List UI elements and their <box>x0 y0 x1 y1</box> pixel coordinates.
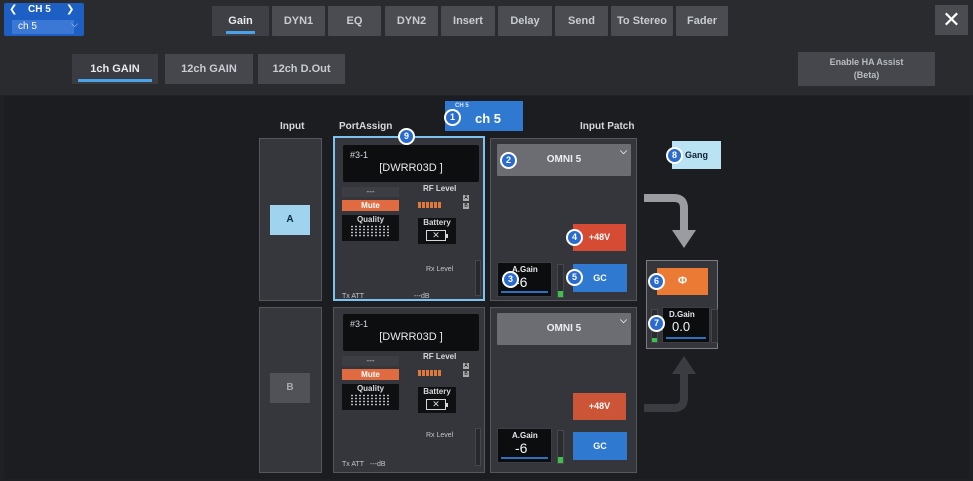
main-area <box>4 96 969 479</box>
subtab-12ch-dout[interactable]: 12ch D.Out <box>258 54 345 84</box>
quality-label-a: Quality <box>356 215 385 224</box>
callout-9: 9 <box>398 128 415 145</box>
callout-3: 3 <box>502 271 519 288</box>
rf-level-meter-a <box>418 195 454 227</box>
quality-meter-b: Quality <box>342 384 399 410</box>
dgain-value: 0.0 <box>672 319 691 334</box>
mute-indicator-a: Mute <box>342 200 399 211</box>
close-icon: ✕ <box>942 7 961 32</box>
tab-dyn2[interactable]: DYN2 <box>385 6 438 36</box>
device-name-a: [DWRR03D ] <box>379 162 443 174</box>
phantom-48v-button-b[interactable]: +48V <box>573 393 626 420</box>
rf-antenna-a: A <box>463 195 469 201</box>
tx-att-label-a: Tx ATT <box>342 293 365 300</box>
rf-level-label-b: RF Level <box>423 352 457 361</box>
channel-badge-number: CH 5 <box>455 103 469 109</box>
chevron-down-icon: ⌵ <box>71 19 78 29</box>
again-label-b: A.Gain <box>512 431 538 440</box>
top-bar: ❮ CH 5 ❯ ch 5 ⌵ Gain DYN1 EQ DYN2 Insert… <box>0 0 973 40</box>
callout-2: 2 <box>500 152 517 169</box>
channel-selector[interactable]: ❮ CH 5 ❯ ch 5 ⌵ <box>4 3 84 36</box>
rf-level-meter-b <box>418 363 454 395</box>
prev-channel-icon[interactable]: ❮ <box>9 4 17 15</box>
rf-antenna-b: B <box>463 203 469 209</box>
tab-delay[interactable]: Delay <box>498 6 552 36</box>
digital-gain-knob[interactable]: D.Gain 0.0 <box>662 307 710 343</box>
status-a: --- <box>342 187 399 197</box>
callout-5: 5 <box>566 269 583 286</box>
input-b-button[interactable]: B <box>270 373 310 403</box>
channel-name[interactable]: ch 5 <box>12 20 74 34</box>
channel-number: CH 5 <box>28 4 51 15</box>
arrow-down-head <box>672 230 696 248</box>
rf-antenna-b-b: B <box>463 371 469 377</box>
device-id-b: #3-1 <box>350 319 369 329</box>
patch-value-b: OMNI 5 <box>546 323 582 334</box>
tab-gain[interactable]: Gain <box>212 6 269 36</box>
battery-label-b: Battery <box>423 387 451 396</box>
device-id-a: #3-1 <box>350 150 369 160</box>
rx-level-meter-a <box>475 260 481 296</box>
status-b: --- <box>342 356 399 366</box>
battery-empty-icon: ✕ <box>426 399 448 410</box>
gain-screen: ❮ CH 5 ❯ ch 5 ⌵ Gain DYN1 EQ DYN2 Insert… <box>0 0 973 481</box>
battery-label-a: Battery <box>423 218 451 227</box>
rx-level-label-b: Rx Level <box>426 432 454 439</box>
again-value-b: -6 <box>515 440 528 456</box>
rf-antenna-a-b: A <box>463 363 469 369</box>
mute-indicator-b: Mute <box>342 369 399 380</box>
tx-att-value-b: ---dB <box>370 461 386 468</box>
callout-7: 7 <box>648 315 665 332</box>
quality-meter-a: Quality <box>342 215 399 241</box>
patch-value-a: OMNI 5 <box>546 154 582 165</box>
callout-6: 6 <box>648 273 665 290</box>
dgain-label: D.Gain <box>669 310 695 319</box>
callout-4: 4 <box>566 229 583 246</box>
input-meter-b <box>557 430 564 464</box>
patch-select-b[interactable]: OMNI 5 ⌵ <box>497 313 631 345</box>
dgain-meter-right <box>711 309 718 343</box>
rf-level-label-a: RF Level <box>423 184 457 193</box>
subtab-1ch-gain[interactable]: 1ch GAIN <box>72 54 158 84</box>
channel-badge-name: ch 5 <box>475 111 502 126</box>
gc-button-b[interactable]: GC <box>573 432 627 460</box>
enable-ha-assist-button[interactable]: Enable HA Assist (Beta) <box>798 52 935 86</box>
header-input-patch: Input Patch <box>580 121 635 132</box>
header-input: Input <box>280 121 305 132</box>
input-a-button[interactable]: A <box>270 205 310 235</box>
tab-to-stereo[interactable]: To Stereo <box>611 6 673 36</box>
analog-gain-b[interactable]: A.Gain -6 <box>497 428 552 463</box>
tab-eq[interactable]: EQ <box>328 6 381 36</box>
device-name-b: [DWRR03D ] <box>379 331 443 343</box>
next-channel-icon[interactable]: ❯ <box>66 4 74 15</box>
tab-dyn1[interactable]: DYN1 <box>272 6 325 36</box>
close-button[interactable]: ✕ <box>935 5 968 35</box>
battery-empty-icon: ✕ <box>426 230 448 241</box>
quality-label-b: Quality <box>356 384 385 393</box>
tx-att-label-b: Tx ATT <box>342 461 365 468</box>
arrow-down-path <box>644 194 688 232</box>
rx-level-label-a: Rx Level <box>426 266 454 273</box>
tab-insert[interactable]: Insert <box>441 6 495 36</box>
tx-att-value-a: ---dB <box>414 293 430 300</box>
callout-8: 8 <box>666 147 683 164</box>
tab-send[interactable]: Send <box>555 6 608 36</box>
ha-assist-label: Enable HA Assist <box>829 57 904 67</box>
arrow-up-head <box>672 356 696 374</box>
patch-select-a[interactable]: OMNI 5 ⌵ <box>497 144 631 176</box>
rx-level-meter-b <box>475 428 481 466</box>
arrow-up-path <box>644 372 688 412</box>
callout-1: 1 <box>444 109 461 126</box>
sub-bar: 1ch GAIN 12ch GAIN 12ch D.Out Enable HA … <box>0 40 973 95</box>
battery-a: Battery ✕ <box>418 218 456 244</box>
battery-b: Battery ✕ <box>418 387 456 413</box>
tab-fader[interactable]: Fader <box>676 6 728 36</box>
input-meter-a <box>557 264 564 298</box>
chevron-down-icon: ⌵ <box>620 146 627 156</box>
subtab-12ch-gain[interactable]: 12ch GAIN <box>165 54 253 84</box>
header-port-assign: PortAssign <box>339 121 393 132</box>
ha-assist-beta: (Beta) <box>853 70 880 80</box>
chevron-down-icon: ⌵ <box>620 315 627 325</box>
